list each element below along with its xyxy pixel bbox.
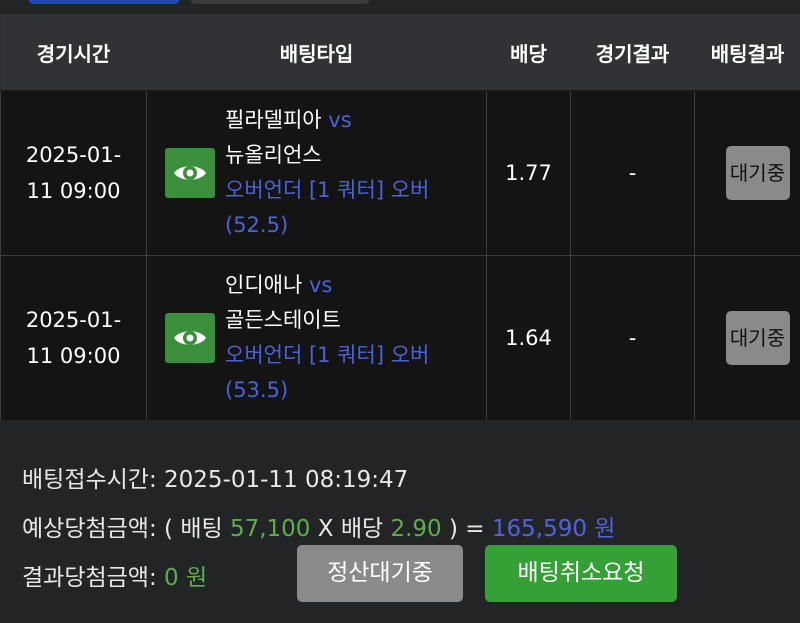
odds-prefix: X 배당 <box>317 516 384 542</box>
received-time-label: 배팅접수시간: <box>22 467 157 493</box>
bet-status-cell: 대기중 <box>694 255 800 421</box>
header-bet-type: 배팅타입 <box>146 14 487 91</box>
game-date: 2025-01- <box>25 143 122 167</box>
received-time-value: 2025-01-11 08:19:47 <box>164 467 409 493</box>
expected-win-amount: 165,590 원 <box>491 516 616 542</box>
bet-type-cell: 필라델피아 vs 뉴올리언스 오버언더 [1 쿼터] 오버 (52.5) <box>146 90 487 256</box>
game-result-value: - <box>570 255 695 421</box>
odds-value: 1.77 <box>486 90 571 256</box>
bet-description: 인디애나 vs 골든스테이트 오버언더 [1 쿼터] 오버 (53.5) <box>225 268 486 408</box>
bet-summary-panel: 배팅접수시간: 2025-01-11 08:19:47 예상당첨금액: ( 배팅… <box>0 420 800 623</box>
table-row: 2025-01- 11 09:00 필라델피아 vs 뉴올리언스 오버언더 [1… <box>0 90 800 256</box>
bet-status-cell: 대기중 <box>694 90 800 256</box>
settle-pending-button[interactable]: 정산대기중 <box>297 545 463 602</box>
header-game-time: 경기시간 <box>0 14 147 91</box>
matchup-line-1: 인디애나 vs <box>225 268 486 303</box>
header-bet-result: 배팅결과 <box>694 14 800 91</box>
bet-line: (53.5) <box>225 378 289 402</box>
received-time-line: 배팅접수시간: 2025-01-11 08:19:47 <box>22 460 408 494</box>
eye-icon[interactable] <box>165 313 215 363</box>
total-odds-value: 2.90 <box>390 516 442 542</box>
game-hour: 11 09:00 <box>26 179 121 203</box>
vs-label: vs <box>328 108 352 132</box>
game-date: 2025-01- <box>25 308 122 332</box>
bet-amount-prefix: ( 배팅 <box>164 516 223 542</box>
away-team: 골든스테이트 <box>225 308 341 332</box>
pending-status-button[interactable]: 대기중 <box>725 146 790 200</box>
bet-amount-value: 57,100 <box>229 516 311 542</box>
odds-value: 1.64 <box>486 255 571 421</box>
top-tab-inactive[interactable] <box>190 0 370 4</box>
header-game-result: 경기결과 <box>570 14 695 91</box>
equals-sign: ) = <box>448 516 485 542</box>
table-row: 2025-01- 11 09:00 인디애나 vs 골든스테이트 오버언더 [1… <box>0 255 800 421</box>
top-tab-strip <box>0 0 800 14</box>
bet-market: 오버언더 [1 쿼터] 오버 <box>225 178 430 202</box>
bet-line: (52.5) <box>225 213 289 237</box>
result-win-amount: 0 원 <box>164 565 208 591</box>
game-time-cell: 2025-01- 11 09:00 <box>0 255 147 421</box>
game-hour: 11 09:00 <box>26 344 121 368</box>
matchup-line-1: 필라델피아 vs <box>225 103 486 138</box>
game-time-cell: 2025-01- 11 09:00 <box>0 90 147 256</box>
result-win-label: 결과당첨금액: <box>22 565 157 591</box>
vs-label: vs <box>308 273 333 297</box>
game-result-value: - <box>570 90 695 256</box>
bet-market: 오버언더 [1 쿼터] 오버 <box>225 343 430 367</box>
bet-detail-table: 경기시간 배팅타입 배당 경기결과 배팅결과 2025-01- 11 09:00 <box>0 14 800 421</box>
eye-icon[interactable] <box>165 148 215 198</box>
bet-type-cell: 인디애나 vs 골든스테이트 오버언더 [1 쿼터] 오버 (53.5) <box>146 255 487 421</box>
pending-status-button[interactable]: 대기중 <box>725 311 790 365</box>
home-team: 필라델피아 <box>225 108 322 132</box>
expected-win-line: 예상당첨금액: ( 배팅 57,100 X 배당 2.90 ) = 165,59… <box>22 509 615 543</box>
bet-description: 필라델피아 vs 뉴올리언스 오버언더 [1 쿼터] 오버 (52.5) <box>225 103 486 243</box>
top-tab-active[interactable] <box>28 0 180 4</box>
result-win-line: 결과당첨금액: 0 원 <box>22 558 207 592</box>
header-odds: 배당 <box>486 14 571 91</box>
cancel-bet-button[interactable]: 배팅취소요청 <box>485 545 677 602</box>
home-team: 인디애나 <box>225 273 303 297</box>
table-header-row: 경기시간 배팅타입 배당 경기결과 배팅결과 <box>0 14 800 91</box>
expected-win-label: 예상당첨금액: <box>22 516 157 542</box>
away-team: 뉴올리언스 <box>225 143 322 167</box>
